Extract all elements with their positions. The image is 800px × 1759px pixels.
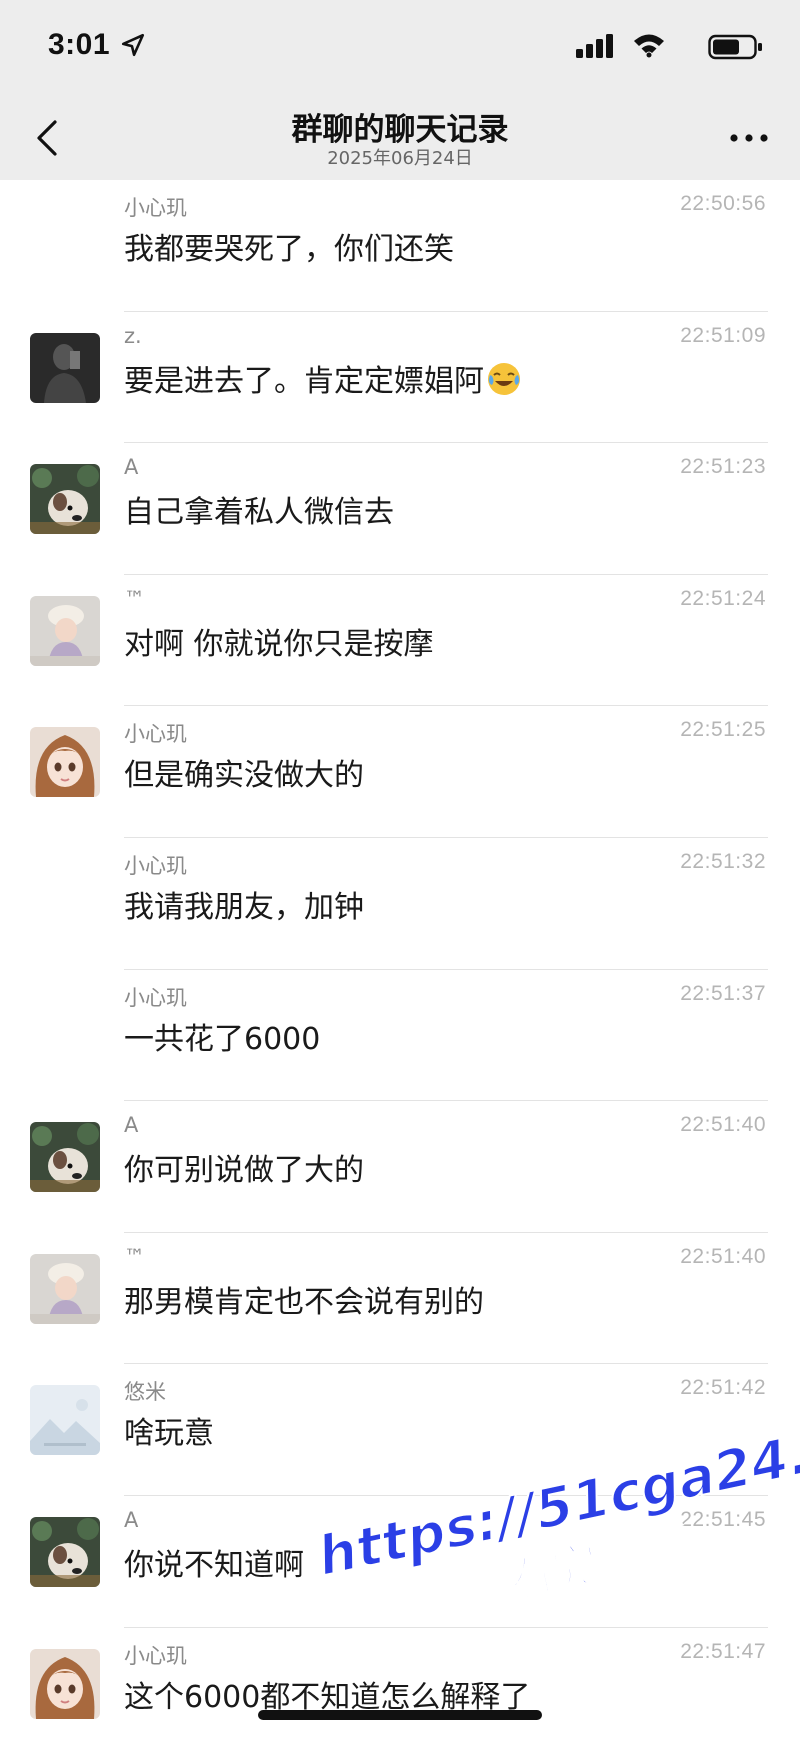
battery-icon bbox=[708, 34, 762, 60]
page-title: 群聊的聊天记录 bbox=[291, 112, 509, 148]
avatar[interactable] bbox=[30, 464, 100, 535]
crying-laughing-emoji-icon bbox=[488, 362, 520, 395]
sender-name: A bbox=[124, 1507, 139, 1532]
location-arrow-icon bbox=[121, 33, 145, 57]
message-item[interactable]: A 22:51:40 你可别说做了大的 bbox=[0, 1101, 800, 1233]
avatar[interactable] bbox=[30, 1516, 100, 1587]
message-text: 对啊 你就说你只是按摩 bbox=[124, 626, 434, 662]
message-item[interactable]: ™ 22:51:40 那男模肯定也不会说有别的 bbox=[0, 1233, 800, 1365]
avatar[interactable] bbox=[30, 1385, 100, 1456]
message-item[interactable]: 小心玑 22:51:47 这个6000都不知道怎么解释了 bbox=[0, 1628, 800, 1759]
more-options-button[interactable] bbox=[724, 116, 774, 160]
message-text: 自己拿着私人微信去 bbox=[124, 495, 394, 531]
avatar-placeholder-image-icon bbox=[30, 1385, 100, 1456]
message-time: 22:51:42 bbox=[680, 1376, 766, 1400]
message-text: 啥玩意 bbox=[124, 1416, 214, 1452]
message-item[interactable]: A 22:51:45 你说不知道啊 bbox=[0, 1496, 800, 1628]
avatar[interactable] bbox=[30, 332, 100, 403]
message-time: 22:50:56 bbox=[680, 192, 766, 215]
more-dots-icon bbox=[730, 134, 768, 142]
nav-bar: 群聊的聊天记录 2025年06月24日 bbox=[0, 96, 800, 180]
message-text: 这个6000都不知道怎么解释了 bbox=[124, 1679, 531, 1715]
sender-name: ™ bbox=[124, 1244, 145, 1269]
avatar-photo-dog bbox=[30, 1516, 100, 1587]
message-item[interactable]: A 22:51:23 自己拿着私人微信去 bbox=[0, 443, 800, 575]
avatar[interactable] bbox=[30, 1122, 100, 1193]
sender-name: ™ bbox=[124, 586, 145, 611]
avatar[interactable] bbox=[30, 1253, 100, 1324]
avatar-photo-dog bbox=[30, 464, 100, 535]
message-time: 22:51:37 bbox=[680, 981, 766, 1005]
cellular-signal-icon bbox=[576, 34, 613, 58]
avatar[interactable] bbox=[30, 595, 100, 666]
avatar-photo-girl-hat bbox=[30, 595, 100, 666]
message-time: 22:51:40 bbox=[680, 1244, 766, 1268]
avatar-photo-dark bbox=[30, 332, 100, 403]
message-item[interactable]: z. 22:51:09 要是进去了。肯定定嫖娼阿 bbox=[0, 312, 800, 444]
message-item[interactable]: 小心玑 22:50:56 我都要哭死了，你们还笑 bbox=[0, 180, 800, 312]
message-text: 但是确实没做大的 bbox=[124, 758, 364, 794]
avatar-photo-dog bbox=[30, 1122, 100, 1193]
sender-name: 小心玑 bbox=[124, 722, 187, 747]
message-item[interactable]: ™ 22:51:24 对啊 你就说你只是按摩 bbox=[0, 575, 800, 707]
message-item[interactable]: 小心玑 22:51:37 一共花了6000 bbox=[0, 970, 800, 1102]
message-time: 22:51:09 bbox=[680, 323, 766, 347]
message-item[interactable]: 小心玑 22:51:25 但是确实没做大的 bbox=[0, 706, 800, 838]
message-text-content: 要是进去了。肯定定嫖娼阿 bbox=[124, 363, 484, 399]
sender-name: 悠米 bbox=[124, 1380, 166, 1405]
avatar-photo-anime-girl bbox=[30, 1648, 100, 1719]
sender-name: A bbox=[124, 455, 139, 480]
message-text: 一共花了6000 bbox=[124, 1021, 321, 1057]
sender-name: 小心玑 bbox=[124, 853, 187, 878]
message-time: 22:51:32 bbox=[680, 849, 766, 873]
wifi-icon bbox=[634, 34, 664, 58]
message-text: 那男模肯定也不会说有别的 bbox=[124, 1284, 484, 1320]
message-time: 22:51:23 bbox=[680, 455, 766, 479]
home-indicator bbox=[258, 1710, 542, 1720]
sender-name: 小心玑 bbox=[124, 196, 187, 220]
sender-name: 小心玑 bbox=[124, 985, 187, 1010]
message-time: 22:51:24 bbox=[680, 586, 766, 610]
message-text: 你说不知道啊 bbox=[124, 1547, 304, 1583]
status-bar: 3:01 bbox=[0, 0, 800, 96]
avatar[interactable] bbox=[30, 1648, 100, 1719]
message-time: 22:51:45 bbox=[680, 1507, 766, 1531]
message-item[interactable]: 小心玑 22:51:32 我请我朋友，加钟 bbox=[0, 838, 800, 970]
message-time: 22:51:40 bbox=[680, 1113, 766, 1137]
sender-name: 小心玑 bbox=[124, 1643, 187, 1668]
message-text: 你可别说做了大的 bbox=[124, 1153, 364, 1189]
status-time: 3:01 bbox=[48, 28, 111, 61]
avatar-photo-girl-hat bbox=[30, 1253, 100, 1324]
sender-name: A bbox=[124, 1113, 139, 1138]
message-time: 22:51:47 bbox=[680, 1639, 766, 1663]
sender-name: z. bbox=[124, 323, 142, 348]
message-list: 小心玑 22:50:56 我都要哭死了，你们还笑 z. 22:51:09 要是进… bbox=[0, 180, 800, 1759]
avatar[interactable] bbox=[30, 727, 100, 798]
message-time: 22:51:25 bbox=[680, 718, 766, 742]
message-text: 要是进去了。肯定定嫖娼阿 bbox=[124, 356, 522, 400]
avatar-photo-anime-girl bbox=[30, 727, 100, 798]
message-text: 我都要哭死了，你们还笑 bbox=[124, 232, 454, 267]
page-subtitle-date: 2025年06月24日 bbox=[327, 148, 473, 169]
message-item[interactable]: 悠米 22:51:42 啥玩意 bbox=[0, 1364, 800, 1496]
message-text: 我请我朋友，加钟 bbox=[124, 889, 364, 925]
